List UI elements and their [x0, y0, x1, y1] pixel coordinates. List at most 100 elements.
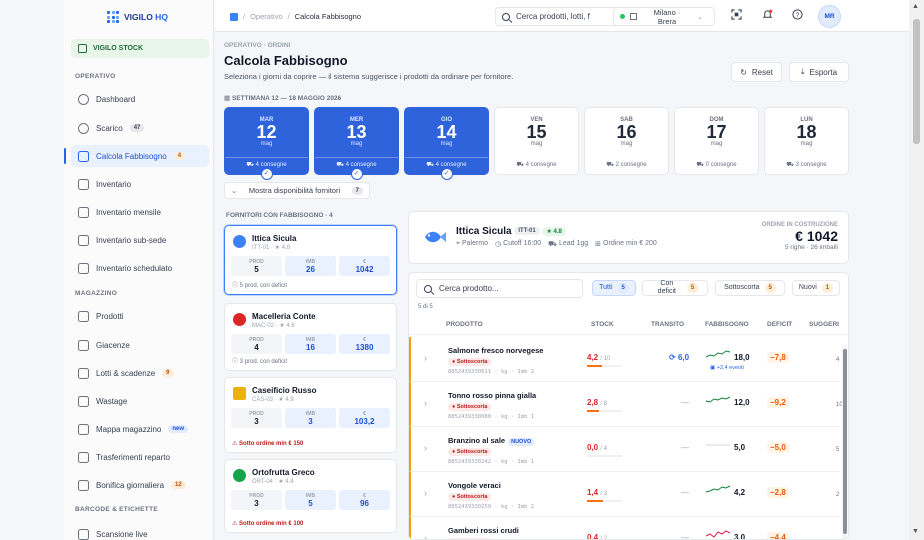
product-barcode: 8852439330259 · kg · Imb 2: [448, 504, 535, 510]
day-picker: MAR 12 mag ⛟ 4 consegne ✓ MER 13 mag ⛟ 4 consegn…: [224, 107, 849, 180]
stock-bar-fill: [587, 365, 602, 367]
sidebar-item-lotti-scadenze[interactable]: Lotti & scadenze 9: [71, 362, 209, 384]
transit-value: —: [681, 533, 689, 539]
day-number: 17: [706, 122, 727, 142]
sidebar-item-dashboard[interactable]: Dashboard: [71, 88, 209, 110]
sidebar-item-inventario-sub-sede[interactable]: Inventario sub-sede: [71, 229, 209, 251]
col-suggested[interactable]: SUGGERI: [809, 321, 839, 328]
sidebar-item-label: Inventario sub-sede: [96, 235, 167, 245]
col-stock[interactable]: STOCK: [591, 321, 614, 328]
scroll-down-icon[interactable]: ▼: [912, 528, 919, 535]
home-icon[interactable]: [230, 12, 238, 21]
col-need[interactable]: FABBISOGNO: [705, 321, 749, 328]
sidebar-item-prodotti[interactable]: Prodotti: [71, 305, 209, 327]
sidebar-item-label: Inventario schedulato: [96, 263, 173, 273]
product-name: Vongole veraci: [448, 481, 501, 490]
brand-logo[interactable]: VIGILO HQ: [107, 10, 168, 24]
stat-eur: €1380: [339, 334, 390, 354]
gauge-icon: [78, 93, 89, 105]
sidebar-item-scarico[interactable]: Scarico 47: [71, 117, 209, 139]
table-row[interactable]: › Salmone fresco norvegese ● Sottoscorta 88…: [409, 337, 840, 382]
transit-text: —: [681, 488, 689, 497]
supplier-card-ortofrutta-greco[interactable]: Ortofrutta Greco ORT-04 · ★ 4.4 PROD 3 IMB 5 €…: [224, 459, 397, 533]
filter-sottoscorta[interactable]: Sottoscorta 5: [715, 280, 785, 296]
sidebar-item-inventario-mensile[interactable]: Inventario mensile: [71, 201, 209, 223]
sidebar-badge: 12: [171, 481, 186, 489]
sidebar-item-label: Scarico: [96, 123, 123, 133]
deliveries-label: 4 consegne: [525, 162, 557, 168]
events-link[interactable]: ▣ +2,4 eventi: [710, 365, 744, 371]
col-product[interactable]: PRODOTTO: [446, 321, 483, 328]
filter-tutti[interactable]: Tutti 5: [592, 280, 636, 296]
scroll-up-icon[interactable]: ▲: [912, 3, 919, 10]
bell-icon[interactable]: [762, 9, 773, 20]
table-scrollbar[interactable]: [842, 346, 847, 539]
product-name: Branzino al sale NUOVO: [448, 436, 535, 446]
col-deficit[interactable]: DEFICIT: [767, 321, 792, 328]
calendar-icon: [78, 206, 89, 218]
supplier-stats: PROD 5 IMB 26 €1042: [231, 256, 390, 276]
sidebar-item-bonifica-giornaliera[interactable]: Bonifica giornaliera 12: [71, 474, 209, 496]
reset-button[interactable]: ↻ Reset: [731, 62, 782, 82]
chevron-right-icon[interactable]: ›: [424, 398, 427, 408]
sidebar-item-calcola-fabbisogno[interactable]: Calcola Fabbisogno 4: [64, 145, 209, 167]
day-card-14[interactable]: GIO 14 mag ⛟ 4 consegne ✓: [404, 107, 489, 180]
chevron-right-icon[interactable]: ›: [424, 443, 427, 453]
product-name: Salmone fresco norvegese: [448, 346, 543, 355]
export-button[interactable]: ⤓ Esporta: [789, 62, 849, 82]
scroll-thumb[interactable]: [913, 19, 920, 144]
avatar[interactable]: MR: [818, 5, 841, 28]
supplier-code: ITT-01 · ★ 4.8: [252, 245, 291, 251]
day-card-18[interactable]: LUN 18 mag ⛟ 3 consegne: [764, 107, 849, 175]
table-row[interactable]: › Tonno rosso pinna gialla ● Sottoscorta 88…: [409, 382, 843, 427]
product-search-input[interactable]: Cerca prodotto...: [416, 279, 583, 298]
trash-icon: [78, 395, 89, 407]
breadcrumb-operativo[interactable]: Operativo: [250, 12, 283, 21]
scan-icon[interactable]: [731, 9, 742, 20]
supplier-card-macelleria-conte[interactable]: Macelleria Conte MAC-02 · ★ 4.6 PROD 4 IMB 16…: [224, 303, 397, 371]
stock-current: 0,0: [587, 443, 599, 452]
chevron-right-icon[interactable]: ›: [424, 353, 427, 363]
table-row[interactable]: › Vongole veraci ● Sottoscorta 885243933025…: [409, 472, 840, 517]
day-card-16[interactable]: SAB 16 mag ⛟ 2 consegne: [584, 107, 669, 175]
page-scrollbar[interactable]: ▲ ▼: [909, 0, 924, 540]
day-card-15[interactable]: VEN 15 mag ⛟ 4 consegne: [494, 107, 579, 175]
filter-nuovi[interactable]: Nuovi 1: [792, 280, 840, 296]
cart-icon: ⊞: [595, 241, 602, 248]
sidebar-item-scansione-live[interactable]: Scansione live: [71, 523, 209, 540]
show-availability-button[interactable]: ⌄ Mostra disponibilità fornitori 7: [224, 182, 370, 199]
filter-count: 5: [686, 283, 699, 293]
show-availability-label: Mostra disponibilità fornitori: [248, 185, 341, 195]
sidebar-item-mappa-magazzino[interactable]: Mappa magazzino new: [71, 418, 209, 440]
deficit-value: −2,8: [767, 487, 789, 498]
new-badge: NUOVO: [508, 438, 535, 446]
supplier-card-caseificio-russo[interactable]: Caseificio Russo CAS-03 · ★ 4.9 PROD 3 IMB 3 €…: [224, 377, 397, 453]
chevron-down-icon: ⌄: [697, 13, 703, 21]
day-card-17[interactable]: DOM 17 mag ⛟ 0 consegne: [674, 107, 759, 175]
sidebar-item-inventario-schedulato[interactable]: Inventario schedulato: [71, 257, 209, 279]
day-number: 13: [346, 122, 367, 142]
help-icon[interactable]: ?: [792, 9, 803, 20]
sidebar-item-giacenze[interactable]: Giacenze: [71, 334, 209, 356]
suppliers-header: FORNITORI CON FABBISOGNO · 4: [226, 212, 333, 219]
day-card-13[interactable]: MER 13 mag ⛟ 4 consegne ✓: [314, 107, 399, 180]
table-row[interactable]: ›Gamberi rossi crudi● Sottoscorta8852439…: [409, 517, 840, 539]
product-switcher[interactable]: VIGILO STOCK: [71, 39, 209, 58]
sidebar-item-wastage[interactable]: Wastage: [71, 390, 209, 412]
col-transit[interactable]: TRANSITO: [651, 321, 684, 328]
day-card-12[interactable]: MAR 12 mag ⛟ 4 consegne ✓: [224, 107, 309, 180]
deficit-value: −4,4: [767, 532, 789, 539]
chevron-right-icon[interactable]: ›: [424, 488, 427, 498]
reset-label: Reset: [751, 67, 773, 77]
global-search-input[interactable]: Cerca prodotti, lotti, f: [495, 7, 619, 26]
sidebar-item-inventario[interactable]: Inventario: [71, 173, 209, 195]
product-title: Salmone fresco norvegese: [448, 346, 544, 355]
table-row[interactable]: › Branzino al sale NUOVO ● Sottoscorta 88524…: [409, 427, 840, 472]
store-selector[interactable]: Milano · Brera ⌄: [613, 7, 715, 26]
filter-con-deficit[interactable]: Con deficit 5: [642, 280, 708, 296]
sidebar: VIGILO HQ VIGILO STOCK OPERATIVO MAGAZZI…: [64, 0, 214, 540]
supplier-card-ittica-sicula[interactable]: Ittica Sicula ITT-01 · ★ 4.8 PROD 5 IMB 26 €10…: [224, 225, 397, 295]
chevron-right-icon[interactable]: ›: [424, 533, 427, 539]
sidebar-item-trasferimenti-reparto[interactable]: Trasferimenti reparto: [71, 446, 209, 468]
page-title: Calcola Fabbisogno: [224, 53, 348, 68]
